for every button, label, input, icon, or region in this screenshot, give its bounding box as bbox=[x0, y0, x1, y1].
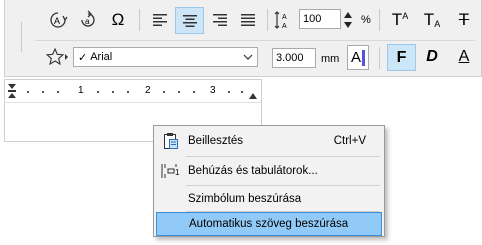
ruler-tick bbox=[163, 91, 165, 93]
ruler-number: 2 bbox=[145, 85, 151, 96]
menu-item-label: Behúzás és tabulátorok... bbox=[188, 165, 318, 177]
menu-icon-placeholder bbox=[156, 187, 186, 211]
ruler-tick bbox=[228, 91, 230, 93]
font-name: Arial bbox=[90, 51, 113, 63]
menu-item-indent-tabs[interactable]: 1 Behúzás és tabulátorok... bbox=[156, 159, 382, 183]
svg-text:a: a bbox=[85, 17, 90, 26]
line-spacing-icon: AA bbox=[271, 8, 299, 32]
align-left-icon[interactable] bbox=[147, 8, 173, 32]
context-menu: Beillesztés Ctrl+V 1 Behúzás és tabuláto… bbox=[153, 125, 385, 237]
toolbar-separator bbox=[139, 9, 140, 31]
toolbar-separator bbox=[267, 9, 268, 31]
superscript-a: A bbox=[402, 11, 409, 21]
ruler-tick bbox=[178, 91, 180, 93]
menu-item-insert-symbol[interactable]: Szimbólum beszúrása bbox=[156, 187, 382, 211]
underline-button[interactable]: A bbox=[451, 45, 477, 69]
toolbar-grip bbox=[21, 22, 22, 52]
ruler-tick bbox=[112, 91, 114, 93]
svg-text:1: 1 bbox=[175, 168, 180, 177]
menu-item-shortcut: Ctrl+V bbox=[333, 135, 366, 147]
italic-button[interactable]: D bbox=[419, 45, 445, 69]
menu-item-label: Beillesztés bbox=[188, 135, 243, 147]
line-spacing-unit: % bbox=[361, 14, 371, 26]
text-color-button[interactable]: A bbox=[347, 45, 369, 70]
ruler-number: 1 bbox=[78, 85, 84, 96]
svg-text:A: A bbox=[54, 16, 60, 26]
right-indent-marker-icon[interactable] bbox=[248, 92, 258, 100]
menu-item-label: Szimbólum beszúrása bbox=[188, 193, 302, 205]
ruler-tick bbox=[57, 91, 59, 93]
ruler-tick bbox=[193, 91, 195, 93]
font-size-unit: mm bbox=[321, 53, 340, 65]
color-swatch bbox=[362, 50, 365, 66]
ruler-tick bbox=[42, 91, 44, 93]
line-spacing-input[interactable]: 100 bbox=[299, 9, 341, 29]
font-size-input[interactable]: 3.000 bbox=[272, 48, 316, 68]
font-family-select[interactable]: ✓ Arial bbox=[73, 47, 258, 67]
subscript-a: A bbox=[434, 19, 441, 29]
strikethrough-button[interactable]: T bbox=[451, 8, 477, 32]
indent-tabs-icon: 1 bbox=[156, 159, 186, 183]
underline-letter: A bbox=[458, 48, 470, 65]
ruler-number: 3 bbox=[210, 85, 216, 96]
strikethrough-t: T bbox=[458, 10, 470, 29]
menu-icon-placeholder bbox=[157, 212, 187, 236]
ruler-tick bbox=[241, 91, 243, 93]
spinner-arrows-icon[interactable] bbox=[341, 8, 355, 32]
omega-symbol-icon[interactable]: Ω bbox=[105, 8, 131, 32]
clipboard-icon bbox=[156, 129, 186, 153]
formatting-toolbar: A a Ω AA 100 % TA T A T ✓ Arial 3.000 mm… bbox=[4, 0, 482, 77]
menu-separator bbox=[186, 156, 380, 157]
checkmark-icon: ✓ bbox=[78, 51, 88, 64]
subscript-button[interactable]: TA bbox=[419, 8, 445, 32]
favorite-star-icon[interactable] bbox=[43, 45, 73, 69]
svg-text:A: A bbox=[282, 23, 287, 30]
row-separator bbox=[35, 40, 475, 41]
ruler[interactable]: 1 2 3 bbox=[5, 80, 261, 103]
align-center-icon[interactable] bbox=[175, 7, 204, 34]
bold-letter: F bbox=[396, 48, 407, 66]
text-editor-panel: A a Ω AA 100 % TA T A T ✓ Arial 3.000 mm… bbox=[0, 0, 482, 145]
menu-item-label: Automatikus szöveg beszúrása bbox=[189, 218, 349, 230]
rotate-text-alt-icon[interactable]: a bbox=[75, 8, 101, 32]
ruler-tick bbox=[27, 91, 29, 93]
toolbar-separator bbox=[379, 47, 380, 69]
superscript-button[interactable]: TA bbox=[387, 8, 413, 32]
italic-letter: D bbox=[426, 48, 438, 65]
ruler-tick bbox=[127, 91, 129, 93]
menu-item-paste[interactable]: Beillesztés Ctrl+V bbox=[156, 129, 382, 153]
align-right-icon[interactable] bbox=[207, 8, 233, 32]
superscript-t: T bbox=[391, 10, 403, 29]
menu-separator bbox=[186, 185, 380, 186]
indent-marker-icon[interactable] bbox=[7, 83, 17, 99]
toolbar-separator bbox=[379, 9, 380, 31]
rotate-text-icon[interactable]: A bbox=[45, 8, 71, 32]
subscript-t: T bbox=[423, 10, 435, 29]
ruler-tick bbox=[97, 91, 99, 93]
bold-button[interactable]: F bbox=[387, 44, 416, 71]
justify-icon[interactable] bbox=[235, 8, 261, 32]
svg-text:A: A bbox=[282, 14, 287, 21]
text-color-letter: A bbox=[351, 49, 362, 66]
chevron-down-icon bbox=[243, 54, 253, 60]
menu-item-insert-autotext[interactable]: Automatikus szöveg beszúrása bbox=[156, 212, 382, 236]
